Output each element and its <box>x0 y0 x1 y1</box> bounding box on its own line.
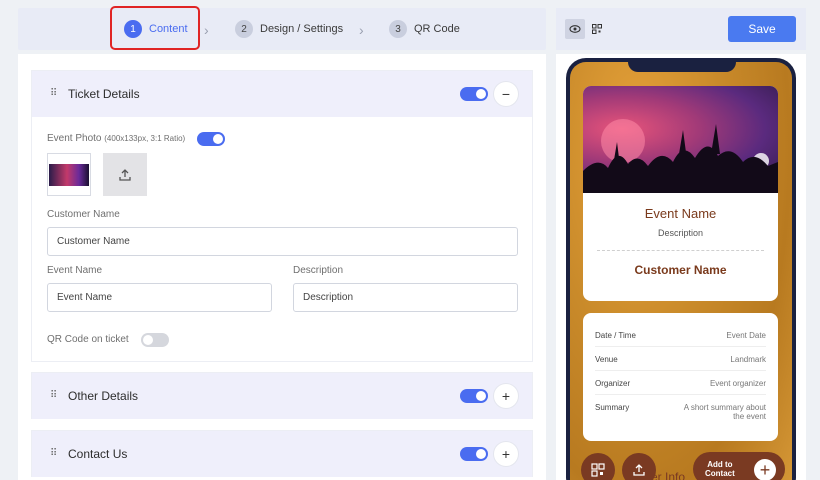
step-number: 2 <box>235 20 253 38</box>
stepper-bar: 1 Content › 2 Design / Settings › 3 QR C… <box>18 8 546 50</box>
save-button[interactable]: Save <box>728 16 796 42</box>
customer-name-input[interactable]: Customer Name <box>47 227 518 256</box>
add-to-contact-line1: Add to <box>707 460 733 469</box>
upload-icon <box>633 464 645 476</box>
event-photo-label: Event Photo (400x133px, 3:1 Ratio) <box>47 133 185 144</box>
ticket-details-section: ⠿ Ticket Details − Event Photo (400x133p… <box>31 70 533 362</box>
chevron-right-icon: › <box>204 22 209 38</box>
section-header[interactable]: ⠿ Contact Us + <box>32 431 532 477</box>
description-input[interactable]: Description <box>293 283 518 312</box>
content-panel: ⠿ Ticket Details − Event Photo (400x133p… <box>18 54 546 480</box>
event-name-label: Event Name <box>47 265 103 276</box>
add-to-contact-label: Add to Contact <box>705 460 735 478</box>
contact-us-section: ⠿ Contact Us + <box>31 430 533 477</box>
info-key: Date / Time <box>595 331 636 340</box>
section-header[interactable]: ⠿ Other Details + <box>32 373 532 419</box>
other-details-section: ⠿ Other Details + <box>31 372 533 419</box>
active-step-highlight <box>110 6 200 50</box>
qr-view-button[interactable] <box>587 19 607 39</box>
info-row: Venue Landmark <box>595 347 766 371</box>
phone-notch <box>628 58 736 72</box>
info-key: Organizer <box>595 379 631 388</box>
description-label: Description <box>293 265 344 276</box>
section-title: Other Details <box>68 389 139 403</box>
chevron-right-icon: › <box>359 22 364 38</box>
drag-handle-icon[interactable]: ⠿ <box>50 391 58 401</box>
section-header[interactable]: ⠿ Ticket Details − <box>32 71 532 117</box>
event-photo-thumbnail[interactable] <box>47 153 91 196</box>
info-value: Event Date <box>726 331 766 340</box>
customer-name-label: Customer Name <box>47 209 120 220</box>
qr-fab-button[interactable] <box>581 453 615 480</box>
step-label: Design / Settings <box>260 23 344 35</box>
ticket-card: Event Name Description Customer Name <box>583 86 778 301</box>
concert-crowd-image <box>583 119 778 193</box>
contact-info-peek: er Info <box>651 470 686 480</box>
collapse-button[interactable]: − <box>494 82 518 106</box>
add-to-contact-line2: Contact <box>705 469 735 478</box>
section-toggle[interactable] <box>460 389 488 403</box>
preview-description: Description <box>657 228 704 238</box>
section-title: Ticket Details <box>68 87 140 101</box>
preview-event-name: Event Name <box>644 206 717 221</box>
section-toggle[interactable] <box>460 447 488 461</box>
step-design-settings[interactable]: 2 Design / Settings <box>235 18 343 40</box>
section-title: Contact Us <box>68 447 128 461</box>
info-row: Summary A short summary about the event <box>595 395 766 431</box>
eye-icon <box>569 25 581 33</box>
section-toggle[interactable] <box>460 87 488 101</box>
step-label: QR Code <box>414 23 460 35</box>
drag-handle-icon[interactable]: ⠿ <box>50 89 58 99</box>
qr-code-icon <box>592 24 602 34</box>
info-value: A short summary about the event <box>683 403 766 421</box>
step-number: 3 <box>389 20 407 38</box>
event-photo-label-text: Event Photo <box>47 133 102 144</box>
preview-customer-name: Customer Name <box>634 263 727 277</box>
qr-code-label: QR Code on ticket <box>47 334 129 345</box>
info-value: Landmark <box>730 355 766 364</box>
info-row: Organizer Event organizer <box>595 371 766 395</box>
share-fab-button[interactable] <box>622 453 656 480</box>
dashed-divider <box>597 250 764 251</box>
event-photo <box>583 86 778 193</box>
info-key: Venue <box>595 355 618 364</box>
qr-code-toggle[interactable] <box>141 333 169 347</box>
plus-icon[interactable]: + <box>754 459 776 480</box>
event-name-input[interactable]: Event Name <box>47 283 272 312</box>
event-info-card: Date / Time Event Date Venue Landmark Or… <box>583 313 778 441</box>
event-photo-toggle[interactable] <box>197 132 225 146</box>
upload-button[interactable] <box>103 153 147 196</box>
info-value: Event organizer <box>709 379 766 388</box>
preview-toolbar: Save <box>556 8 806 50</box>
preview-view-button[interactable] <box>565 19 585 39</box>
step-qr-code[interactable]: 3 QR Code <box>389 18 460 40</box>
event-photo-hint: (400x133px, 3:1 Ratio) <box>104 134 186 143</box>
qr-code-icon <box>591 463 605 477</box>
expand-button[interactable]: + <box>494 384 518 408</box>
expand-button[interactable]: + <box>494 442 518 466</box>
photo-preview <box>49 163 89 186</box>
upload-icon <box>119 168 131 181</box>
info-key: Summary <box>595 403 630 412</box>
info-row: Date / Time Event Date <box>595 323 766 347</box>
drag-handle-icon[interactable]: ⠿ <box>50 449 58 459</box>
